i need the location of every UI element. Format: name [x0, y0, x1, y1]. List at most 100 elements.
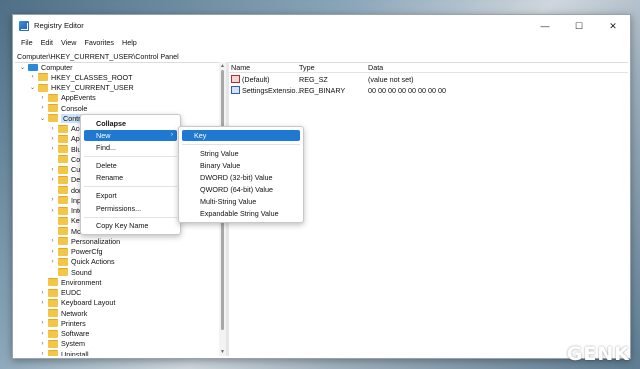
menu-help[interactable]: Help [118, 37, 141, 49]
value-data: (value not set) [368, 75, 414, 84]
menu-item-find[interactable]: Find... [84, 142, 177, 153]
chevron-right-icon[interactable]: › [49, 197, 56, 203]
submenu-item-expandable-string-value[interactable]: Expandable String Value [182, 208, 300, 219]
folder-icon [48, 288, 58, 297]
tree-node[interactable]: › Console [39, 103, 88, 113]
folder-icon [58, 145, 68, 154]
folder-icon [58, 257, 68, 266]
tree-node[interactable]: Network [39, 308, 87, 318]
chevron-right-icon[interactable]: › [39, 341, 46, 347]
context-menu: Collapse New › Find... Delete Rename Exp… [80, 114, 181, 235]
chevron-right-icon[interactable]: › [39, 95, 46, 101]
tree-node[interactable]: › Software [39, 329, 90, 339]
tree-node[interactable]: Environment [39, 277, 101, 287]
menu-item-copy-key-name[interactable]: Copy Key Name [84, 220, 177, 231]
folder-icon [58, 186, 68, 195]
menu-item-collapse[interactable]: Collapse [84, 118, 177, 129]
tree-node[interactable]: › Acc [49, 124, 83, 134]
close-button[interactable]: ✕ [596, 15, 630, 37]
chevron-right-icon[interactable]: › [39, 105, 46, 111]
minimize-button[interactable]: — [528, 15, 562, 37]
header-type[interactable]: Type [299, 63, 315, 72]
folder-icon [48, 114, 58, 123]
chevron-down-icon[interactable]: ⌄ [29, 84, 36, 91]
chevron-right-icon[interactable]: › [49, 146, 56, 152]
tree-node[interactable]: Sound [49, 267, 92, 277]
chevron-right-icon[interactable]: › [39, 331, 46, 337]
chevron-right-icon[interactable]: › [39, 290, 46, 296]
list-row[interactable]: SettingsExtensio... REG_BINARY 00 00 00 … [229, 85, 628, 95]
submenu-item-qword-value[interactable]: QWORD (64-bit) Value [182, 184, 300, 195]
value-name: SettingsExtensio... [242, 86, 302, 95]
menu-item-export[interactable]: Export [84, 190, 177, 201]
chevron-right-icon[interactable]: › [39, 351, 46, 356]
menu-file[interactable]: File [17, 37, 37, 49]
folder-icon [38, 83, 48, 92]
submenu-item-binary-value[interactable]: Binary Value [182, 160, 300, 171]
folder-icon [58, 237, 68, 246]
submenu-item-key[interactable]: Key [182, 130, 300, 141]
menu-item-permissions[interactable]: Permissions... [84, 203, 177, 214]
tree-node[interactable]: › Keyboard Layout [39, 298, 116, 308]
folder-icon [58, 206, 68, 215]
chevron-right-icon[interactable]: › [49, 136, 56, 142]
scroll-down-icon[interactable]: ▼ [220, 349, 225, 355]
tree-node[interactable]: › Inte [49, 206, 84, 216]
menu-favorites[interactable]: Favorites [80, 37, 118, 49]
chevron-down-icon[interactable]: ⌄ [19, 64, 26, 71]
folder-icon [48, 298, 58, 307]
chevron-right-icon[interactable]: › [29, 74, 36, 80]
chevron-right-icon[interactable]: › [49, 167, 56, 173]
menu-item-new-label: New [96, 131, 111, 140]
list-row[interactable]: (Default) REG_SZ (value not set) [229, 74, 628, 84]
tree-node[interactable]: › AppEvents [39, 93, 96, 103]
registry-editor-icon [19, 21, 29, 31]
tree-node[interactable]: › App [49, 134, 84, 144]
tree-node[interactable]: don [49, 185, 83, 195]
title-bar[interactable]: Registry Editor — ☐ ✕ [13, 15, 630, 37]
folder-icon [48, 278, 58, 287]
submenu-item-dword-value[interactable]: DWORD (32-bit) Value [182, 172, 300, 183]
menu-edit[interactable]: Edit [37, 37, 57, 49]
menu-view[interactable]: View [57, 37, 80, 49]
maximize-button[interactable]: ☐ [562, 15, 596, 37]
tree-node[interactable]: › HKEY_CLASSES_ROOT [29, 72, 133, 82]
folder-icon [58, 134, 68, 143]
tree-node-label: HKEY_CLASSES_ROOT [51, 72, 133, 82]
chevron-right-icon[interactable]: › [49, 177, 56, 183]
header-name[interactable]: Name [231, 63, 250, 72]
value-name: (Default) [242, 75, 270, 84]
submenu-item-multi-string-value[interactable]: Multi-String Value [182, 196, 300, 207]
value-data: 00 00 00 00 00 00 00 00 [368, 86, 446, 95]
tree-node[interactable]: › EUDC [39, 288, 82, 298]
tree-node[interactable]: › Personalization [49, 236, 121, 246]
chevron-right-icon[interactable]: › [49, 259, 56, 265]
chevron-right-icon[interactable]: › [49, 249, 56, 255]
menu-item-rename[interactable]: Rename [84, 172, 177, 183]
tree-node-label: Console [61, 103, 88, 113]
scroll-up-icon[interactable]: ▲ [220, 63, 225, 69]
list-header: Name Type Data [229, 62, 628, 73]
chevron-right-icon[interactable]: › [39, 320, 46, 326]
chevron-right-icon[interactable]: › [39, 300, 46, 306]
chevron-down-icon[interactable]: ⌄ [39, 115, 46, 122]
folder-icon [48, 350, 58, 356]
menu-item-new[interactable]: New › [84, 130, 177, 141]
tree-node[interactable]: › Quick Actions [49, 257, 115, 267]
chevron-right-icon[interactable]: › [49, 238, 56, 244]
tree-node[interactable]: › Uninstall [39, 349, 89, 356]
chevron-right-icon[interactable]: › [49, 208, 56, 214]
chevron-right-icon[interactable]: › [49, 126, 56, 132]
tree-node-label: Network [61, 308, 88, 318]
tree-node[interactable]: › PowerCfg [49, 247, 103, 257]
header-data[interactable]: Data [368, 63, 383, 72]
tree-node[interactable]: ⌄ Computer [19, 62, 73, 72]
tree-node[interactable]: › System [39, 339, 85, 349]
tree-node[interactable]: › Printers [39, 318, 86, 328]
tree-node-label: Software [61, 329, 90, 339]
tree-node[interactable]: ⌄ HKEY_CURRENT_USER [29, 83, 134, 93]
folder-icon [58, 227, 68, 236]
menu-item-delete[interactable]: Delete [84, 160, 177, 171]
folder-icon [48, 339, 58, 348]
submenu-item-string-value[interactable]: String Value [182, 148, 300, 159]
